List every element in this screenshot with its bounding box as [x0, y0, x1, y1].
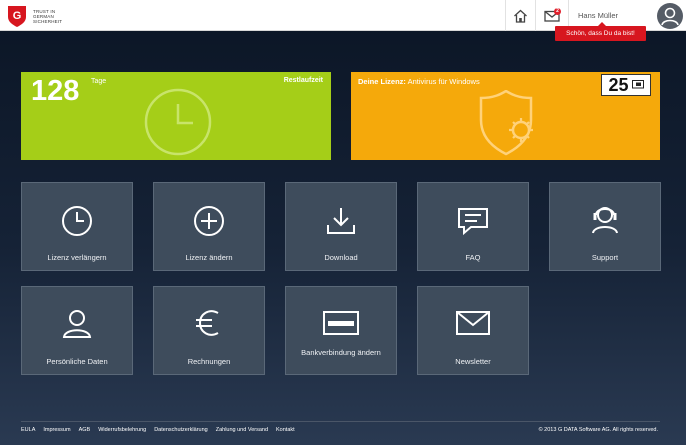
tile-personal-data[interactable]: Persönliche Daten — [21, 286, 133, 375]
clock-icon — [144, 88, 212, 156]
avatar-icon — [657, 3, 683, 29]
tile-label: Lizenz ändern — [185, 253, 233, 262]
footer-links: EULA Impressum AGB Widerrufsbelehrung Da… — [21, 427, 295, 433]
mail-count-badge: 2 — [554, 8, 561, 15]
tile-label: Download — [324, 253, 358, 262]
tile-newsletter[interactable]: Newsletter — [417, 286, 529, 375]
home-button[interactable] — [505, 0, 535, 31]
chat-bubble-icon — [458, 208, 488, 236]
home-icon — [514, 9, 527, 23]
license-label: Deine Lizenz: Antivirus für Windows — [358, 77, 480, 86]
license-product: Antivirus für Windows — [407, 77, 480, 86]
tile-label: Newsletter — [455, 357, 491, 366]
clock-icon — [62, 206, 92, 236]
footer-link-impressum[interactable]: Impressum — [43, 427, 70, 433]
tile-label: Lizenz verlängern — [47, 253, 107, 262]
shield-virus-icon — [479, 90, 533, 156]
headset-icon — [592, 207, 618, 234]
footer-link-eula[interactable]: EULA — [21, 427, 35, 433]
footer-link-agb[interactable]: AGB — [79, 427, 91, 433]
remaining-time-label: Restlaufzeit — [283, 77, 323, 84]
tile-support[interactable]: Support — [549, 182, 661, 271]
days-unit-label: Tage — [91, 78, 107, 85]
svg-text:G: G — [13, 10, 22, 22]
footer-link-payment[interactable]: Zahlung und Versand — [216, 427, 268, 433]
license-banner: Deine Lizenz: Antivirus für Windows 25 — [351, 72, 660, 160]
envelope-icon — [456, 311, 490, 335]
tile-label: Persönliche Daten — [46, 357, 108, 366]
footer-link-withdrawal[interactable]: Widerrufsbelehrung — [98, 427, 146, 433]
monitor-icon — [631, 80, 644, 89]
license-counter: 25 — [601, 74, 651, 96]
tile-label: Bankverbindung ändern — [301, 348, 381, 357]
tile-invoices[interactable]: Rechnungen — [153, 286, 265, 375]
tile-renew-license[interactable]: Lizenz verlängern — [21, 182, 133, 271]
remaining-time-banner: 128 Tage Restlaufzeit — [21, 72, 331, 160]
tile-faq[interactable]: FAQ — [417, 182, 529, 271]
gdata-logo[interactable]: G Trust in German Sicherheit — [5, 4, 73, 28]
tile-label: Rechnungen — [187, 357, 231, 366]
copyright-text: © 2013 G DATA Software AG. All rights re… — [538, 427, 658, 433]
footer-link-privacy[interactable]: Datenschutzerklärung — [154, 427, 208, 433]
user-name: Hans Müller — [578, 11, 619, 20]
euro-icon — [196, 310, 219, 336]
tile-label: FAQ — [465, 253, 481, 262]
footer-divider — [21, 421, 660, 422]
welcome-tooltip: Schön, dass Du da bist! — [555, 22, 646, 41]
card-icon — [323, 311, 359, 335]
days-remaining-value: 128 — [31, 75, 80, 107]
tile-change-license[interactable]: Lizenz ändern — [153, 182, 265, 271]
license-count: 25 — [608, 75, 629, 95]
tile-bank-details[interactable]: Bankverbindung ändern — [285, 286, 397, 375]
tile-download[interactable]: Download — [285, 182, 397, 271]
logo-tagline: Trust in German Sicherheit — [33, 8, 63, 24]
footer-link-contact[interactable]: Kontakt — [276, 427, 295, 433]
plus-circle-icon — [194, 206, 224, 236]
user-icon — [62, 310, 92, 338]
download-icon — [327, 208, 355, 234]
gdata-shield-logo: G — [8, 6, 26, 27]
tile-label: Support — [591, 253, 619, 262]
license-prefix: Deine Lizenz: — [358, 77, 406, 86]
